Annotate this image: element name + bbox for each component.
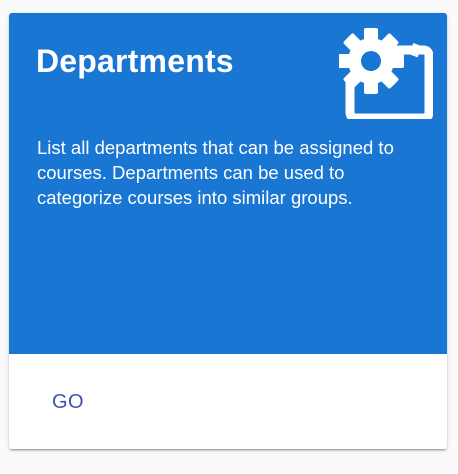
departments-card: Departments List all departments that ca… — [9, 13, 447, 449]
settings-applications-icon — [339, 28, 433, 119]
card-actions: GO — [9, 354, 447, 449]
go-button[interactable]: GO — [39, 382, 97, 422]
card-title: Departments — [36, 43, 234, 79]
card-description: List all departments that can be assigne… — [37, 137, 394, 208]
card-header: Departments List all departments that ca… — [9, 13, 447, 354]
